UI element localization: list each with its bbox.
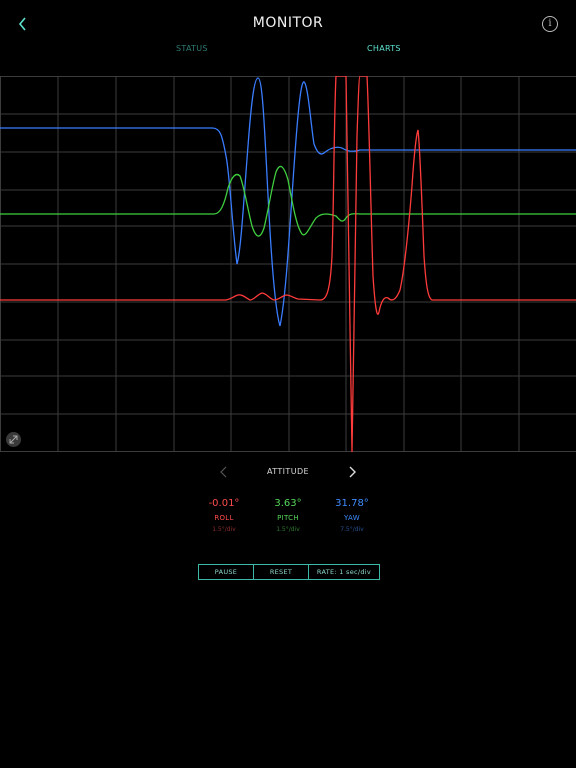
roll-readout: -0.01° ROLL 1.5°/div <box>194 498 254 533</box>
chart-controls: PAUSE RESET RATE: 1 sec/div <box>198 564 380 580</box>
roll-label: ROLL <box>214 514 234 522</box>
rate-button[interactable]: RATE: 1 sec/div <box>308 564 380 580</box>
pitch-scale: 1.5°/div <box>276 526 300 533</box>
chevron-right-icon[interactable] <box>346 465 358 479</box>
page-title: MONITOR <box>252 15 324 31</box>
expand-chart-button[interactable] <box>6 432 21 447</box>
yaw-scale: 7.5°/div <box>340 526 364 533</box>
info-icon[interactable]: i <box>542 16 558 32</box>
chart-selector-label: ATTITUDE <box>266 467 309 476</box>
attitude-chart <box>0 76 576 452</box>
pitch-value: 3.63° <box>274 498 302 509</box>
pitch-readout: 3.63° PITCH 1.5°/div <box>258 498 318 533</box>
tab-charts[interactable]: CHARTS <box>367 44 401 53</box>
reset-button[interactable]: RESET <box>253 564 309 580</box>
yaw-value: 31.78° <box>335 498 369 509</box>
pause-button[interactable]: PAUSE <box>198 564 254 580</box>
expand-arrows-icon <box>9 435 18 444</box>
yaw-readout: 31.78° YAW 7.5°/div <box>322 498 382 533</box>
segment-tabs: STATUS CHARTS <box>0 44 576 58</box>
pitch-label: PITCH <box>277 514 299 522</box>
chart-selector: ATTITUDE <box>0 462 576 482</box>
yaw-label: YAW <box>344 514 360 522</box>
tab-status[interactable]: STATUS <box>176 44 208 53</box>
navigation-bar: MONITOR i <box>0 0 576 48</box>
chart-grid <box>0 76 576 452</box>
yaw-series-line <box>0 77 576 327</box>
roll-scale: 1.5°/div <box>212 526 236 533</box>
roll-value: -0.01° <box>208 498 240 509</box>
